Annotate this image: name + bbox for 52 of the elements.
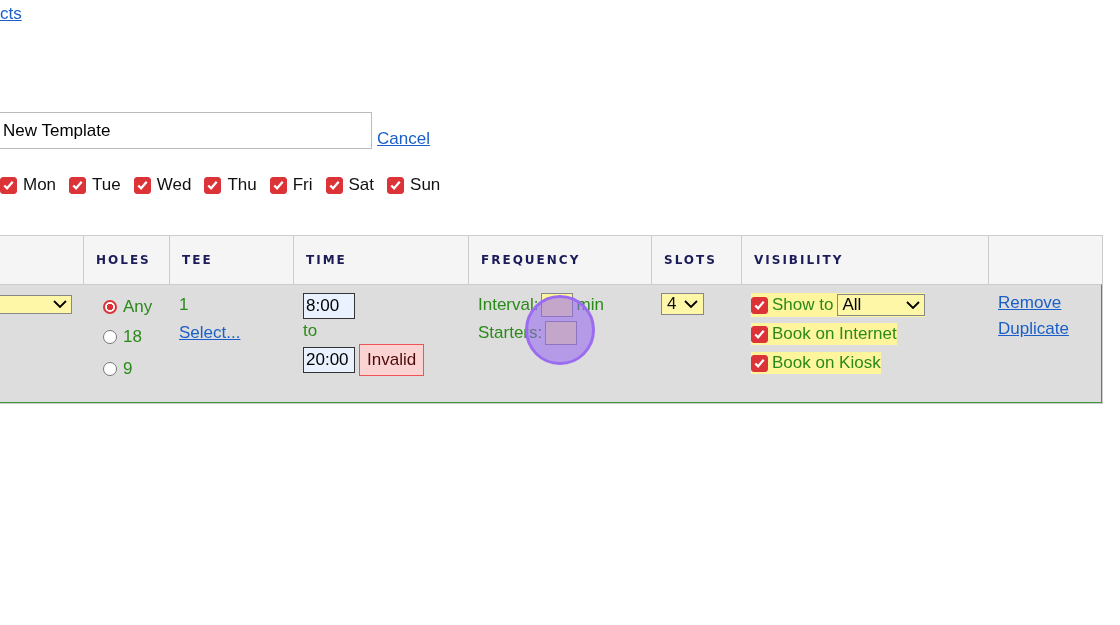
holes-radio[interactable]: [103, 362, 117, 376]
slots-dropdown[interactable]: 4: [661, 293, 705, 315]
holes-radio[interactable]: [103, 300, 117, 314]
tee-value: 1: [179, 295, 190, 315]
start-time-field[interactable]: 8:00: [303, 293, 355, 319]
day-label: Wed: [156, 175, 192, 195]
visibility-label: Book on Internet: [772, 324, 897, 344]
column-header: TIME: [306, 253, 347, 267]
end-time-field[interactable]: 20:00: [303, 347, 355, 373]
audience-dropdown[interactable]: All: [837, 294, 926, 316]
day-checkbox[interactable]: [204, 176, 222, 194]
day-checkbox[interactable]: [269, 176, 287, 194]
holes-label: 18: [123, 327, 142, 347]
template-name-field[interactable]: New Template: [0, 112, 372, 149]
row-action-link[interactable]: Duplicate: [998, 319, 1092, 339]
row-action-link[interactable]: Remove: [998, 293, 1092, 313]
to-label: to: [303, 321, 319, 341]
day-checkbox[interactable]: [325, 176, 343, 194]
column-header: SLOTS: [664, 253, 717, 267]
caret-icon: [684, 300, 699, 308]
visibility-label: Book on Kiosk: [772, 353, 881, 373]
holes-radio[interactable]: [103, 330, 117, 344]
select-tee-link[interactable]: Select...: [179, 323, 241, 342]
dropdown[interactable]: [0, 294, 72, 314]
day-checkbox[interactable]: [133, 176, 151, 194]
day-label: Tue: [92, 175, 121, 195]
day-label: Sat: [348, 175, 375, 195]
starters-field[interactable]: [545, 321, 578, 345]
holes-label: 9: [123, 359, 133, 379]
day-checkbox[interactable]: [387, 176, 405, 194]
invalid-badge: Invalid: [359, 344, 425, 376]
caret-icon: [53, 300, 67, 308]
interval-field[interactable]: [541, 293, 574, 317]
day-label: Thu: [227, 175, 257, 195]
day-label: Mon: [23, 175, 57, 195]
day-checkbox[interactable]: [69, 176, 87, 194]
column-header: HOLES: [96, 253, 151, 267]
day-label: Fri: [292, 175, 313, 195]
visibility-checkbox[interactable]: [751, 354, 768, 372]
day-label: Sun: [410, 175, 441, 195]
day-checkbox[interactable]: [0, 176, 17, 194]
interval-label: Interval:: [478, 295, 539, 315]
caret-icon: [906, 301, 921, 309]
cancel-link[interactable]: Cancel: [377, 129, 430, 149]
column-header: TEE: [182, 253, 213, 267]
visibility-checkbox[interactable]: [751, 325, 768, 343]
breadcrumb-link[interactable]: cts: [0, 4, 22, 24]
column-header: FREQUENCY: [481, 253, 581, 267]
visibility-checkbox[interactable]: [751, 296, 768, 314]
column-header: VISIBILITY: [754, 253, 844, 267]
holes-label: Any: [123, 297, 153, 317]
visibility-label: Show to: [772, 295, 834, 315]
